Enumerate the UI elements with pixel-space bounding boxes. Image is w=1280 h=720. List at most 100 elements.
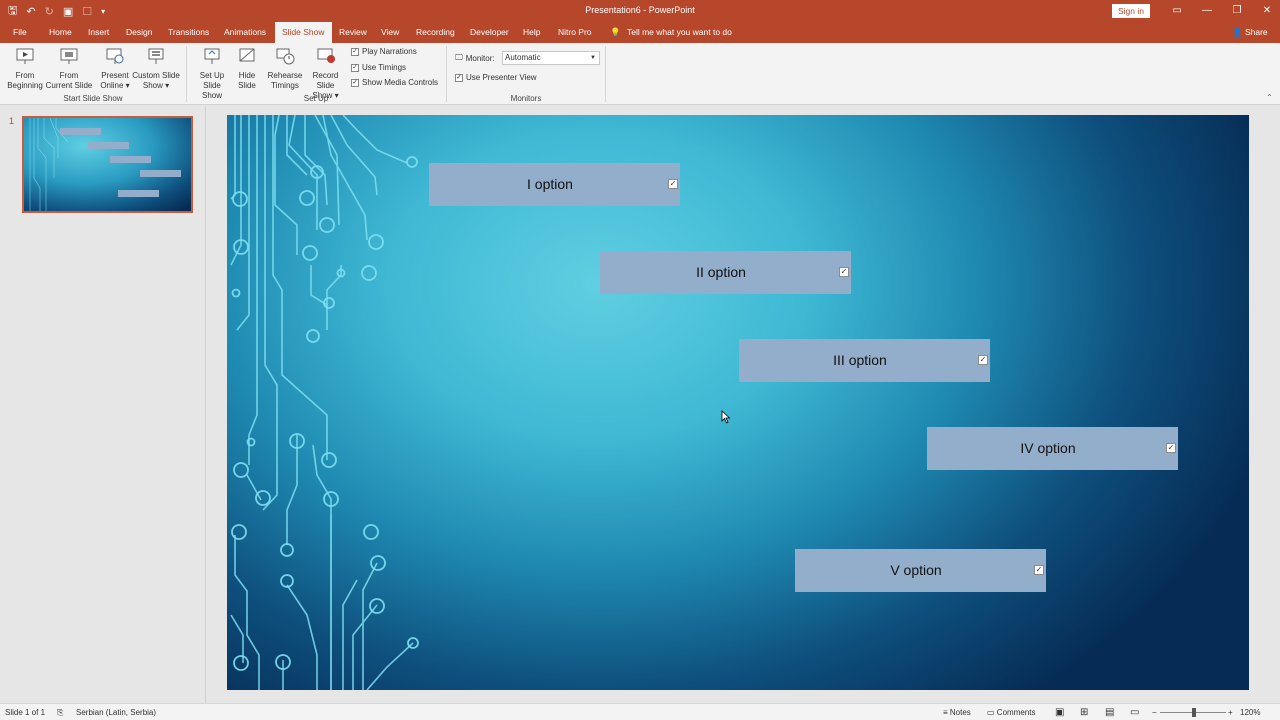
option-label: II option bbox=[696, 264, 746, 280]
lightbulb-icon: 💡 bbox=[610, 27, 621, 37]
restore-icon[interactable]: ❐ bbox=[1222, 0, 1252, 22]
custom-slide-show-button[interactable]: Custom Slide Show ▾ bbox=[131, 46, 181, 91]
tab-recording[interactable]: Recording bbox=[416, 22, 455, 43]
zoom-in-icon[interactable]: + bbox=[1228, 704, 1233, 720]
tab-nitro-pro[interactable]: Nitro Pro bbox=[558, 22, 592, 43]
setup-show-line1: Set Up bbox=[199, 71, 225, 80]
comments-label: Comments bbox=[996, 708, 1036, 717]
slide-sorter-icon[interactable]: ⊞ bbox=[1080, 704, 1088, 720]
spellcheck-icon[interactable]: ⎘ bbox=[57, 704, 63, 720]
present-online-button[interactable]: Present Online ▾ bbox=[98, 46, 132, 91]
close-icon[interactable]: ✕ bbox=[1252, 0, 1280, 22]
status-bar: Slide 1 of 1 ⎘ Serbian (Latin, Serbia) ≡… bbox=[0, 703, 1280, 720]
slide-thumbnail[interactable] bbox=[22, 116, 193, 213]
ribbon-display-options-icon[interactable]: ▭ bbox=[1162, 0, 1192, 22]
from-beginning-line2: Beginning bbox=[7, 81, 43, 90]
normal-view-icon[interactable]: ▣ bbox=[1055, 704, 1064, 720]
tab-help[interactable]: Help bbox=[523, 22, 540, 43]
monitor-icon: 🖵 bbox=[455, 53, 463, 62]
chevron-down-icon: ▼ bbox=[590, 55, 596, 61]
tab-transitions[interactable]: Transitions bbox=[168, 22, 209, 43]
checkbox-checked-icon[interactable]: ✓ bbox=[978, 355, 988, 365]
notes-button[interactable]: ≡ Notes bbox=[943, 704, 971, 720]
rehearse-line1: Rehearse bbox=[267, 71, 303, 80]
tab-animations[interactable]: Animations bbox=[224, 22, 266, 43]
slide-canvas[interactable]: I option ✓ II option ✓ III option ✓ IV o… bbox=[227, 115, 1249, 690]
monitor-label-text: Monitor: bbox=[465, 53, 495, 63]
tab-home[interactable]: Home bbox=[49, 22, 72, 43]
option-label: I option bbox=[527, 176, 573, 192]
option-box-1[interactable]: I option ✓ bbox=[429, 163, 680, 206]
from-current-line2: Current Slide bbox=[45, 81, 93, 90]
play-narrations-label: Play Narrations bbox=[362, 47, 417, 56]
from-beginning-line1: From bbox=[15, 71, 35, 80]
set-up-slide-show-button[interactable]: Set Up Slide Show bbox=[192, 46, 232, 101]
tab-file[interactable]: File bbox=[13, 22, 27, 43]
checkbox-checked-icon: ✓ bbox=[351, 63, 359, 72]
tab-insert[interactable]: Insert bbox=[88, 22, 109, 43]
collapse-ribbon-icon[interactable]: ⌃ bbox=[1266, 93, 1273, 102]
use-timings-checkbox[interactable]: ✓ Use Timings bbox=[351, 63, 406, 72]
checkbox-checked-icon: ✓ bbox=[351, 47, 359, 56]
option-box-5[interactable]: V option ✓ bbox=[795, 549, 1046, 592]
option-box-3[interactable]: III option ✓ bbox=[739, 339, 990, 382]
show-media-controls-checkbox[interactable]: ✓ Show Media Controls bbox=[351, 78, 438, 87]
option-box-2[interactable]: II option ✓ bbox=[600, 251, 851, 294]
group-separator bbox=[605, 46, 606, 102]
minimize-icon[interactable]: — bbox=[1192, 0, 1222, 22]
tell-me-search[interactable]: 💡 Tell me what you want to do bbox=[610, 22, 732, 43]
zoom-out-icon[interactable]: − bbox=[1152, 704, 1157, 720]
checkbox-checked-icon[interactable]: ✓ bbox=[1034, 565, 1044, 575]
tab-review[interactable]: Review bbox=[339, 22, 367, 43]
ribbon-panel: From Beginning From Current Slide Presen… bbox=[0, 43, 1280, 105]
use-timings-label: Use Timings bbox=[362, 63, 407, 72]
slide-count: Slide 1 of 1 bbox=[5, 708, 46, 717]
rehearse-timings-icon bbox=[276, 48, 295, 65]
reading-view-icon[interactable]: ▤ bbox=[1105, 704, 1114, 720]
checkbox-checked-icon[interactable]: ✓ bbox=[839, 267, 849, 277]
checkbox-checked-icon[interactable]: ✓ bbox=[668, 179, 678, 189]
checkbox-checked-icon[interactable]: ✓ bbox=[1166, 443, 1176, 453]
option-box-4[interactable]: IV option ✓ bbox=[927, 427, 1178, 470]
checkbox-checked-icon: ✓ bbox=[455, 73, 463, 82]
tell-me-text: Tell me what you want to do bbox=[626, 27, 732, 37]
ribbon-tabs: File Home Insert Design Transitions Anim… bbox=[0, 22, 1280, 43]
notes-label: Notes bbox=[949, 708, 971, 717]
hide-slide-icon bbox=[239, 48, 255, 62]
rehearse-timings-button[interactable]: Rehearse Timings bbox=[266, 46, 304, 91]
share-button[interactable]: 👤 Share bbox=[1232, 22, 1268, 43]
present-online-line2: Online ▾ bbox=[100, 81, 130, 90]
checkbox-checked-icon: ✓ bbox=[351, 78, 359, 87]
person-icon: 👤 bbox=[1232, 27, 1243, 37]
tab-slide-show[interactable]: Slide Show bbox=[275, 22, 332, 43]
record-slide-show-button[interactable]: Record Slide Show ▾ bbox=[303, 46, 348, 101]
title-bar: 🖫 ↶ ↻ ▣ ☐ ▾ Presentation6 - PowerPoint S… bbox=[0, 0, 1280, 22]
tab-view[interactable]: View bbox=[381, 22, 399, 43]
play-narrations-checkbox[interactable]: ✓ Play Narrations bbox=[351, 47, 417, 56]
zoom-level[interactable]: 120% bbox=[1240, 704, 1260, 720]
from-current-slide-icon bbox=[60, 48, 78, 64]
present-online-line1: Present bbox=[101, 71, 129, 80]
hide-slide-line1: Hide bbox=[238, 71, 256, 80]
from-current-slide-button[interactable]: From Current Slide bbox=[45, 46, 93, 91]
notes-icon: ≡ bbox=[943, 708, 948, 717]
from-beginning-button[interactable]: From Beginning bbox=[5, 46, 45, 91]
monitor-dropdown[interactable]: Automatic ▼ bbox=[502, 51, 600, 65]
share-label: Share bbox=[1244, 27, 1268, 37]
use-presenter-view-checkbox[interactable]: ✓ Use Presenter View bbox=[455, 73, 537, 82]
hide-slide-button[interactable]: Hide Slide bbox=[234, 46, 260, 91]
comments-button[interactable]: ▭ Comments bbox=[987, 704, 1035, 720]
monitors-group-label: Monitors bbox=[510, 94, 542, 103]
language-indicator[interactable]: Serbian (Latin, Serbia) bbox=[76, 704, 156, 720]
tab-developer[interactable]: Developer bbox=[470, 22, 509, 43]
use-presenter-view-label: Use Presenter View bbox=[466, 73, 537, 82]
record-line1: Record Slide bbox=[312, 71, 339, 90]
comments-icon: ▭ bbox=[987, 708, 995, 717]
sign-in-button[interactable]: Sign in bbox=[1112, 4, 1150, 18]
slide-thumbnail-pane: 1 bbox=[0, 106, 206, 703]
zoom-slider-handle[interactable] bbox=[1192, 708, 1196, 717]
window-controls: ▭ — ❐ ✕ bbox=[1162, 0, 1280, 22]
from-current-line1: From bbox=[59, 71, 79, 80]
tab-design[interactable]: Design bbox=[126, 22, 152, 43]
slide-show-view-icon[interactable]: ▭ bbox=[1130, 704, 1139, 720]
